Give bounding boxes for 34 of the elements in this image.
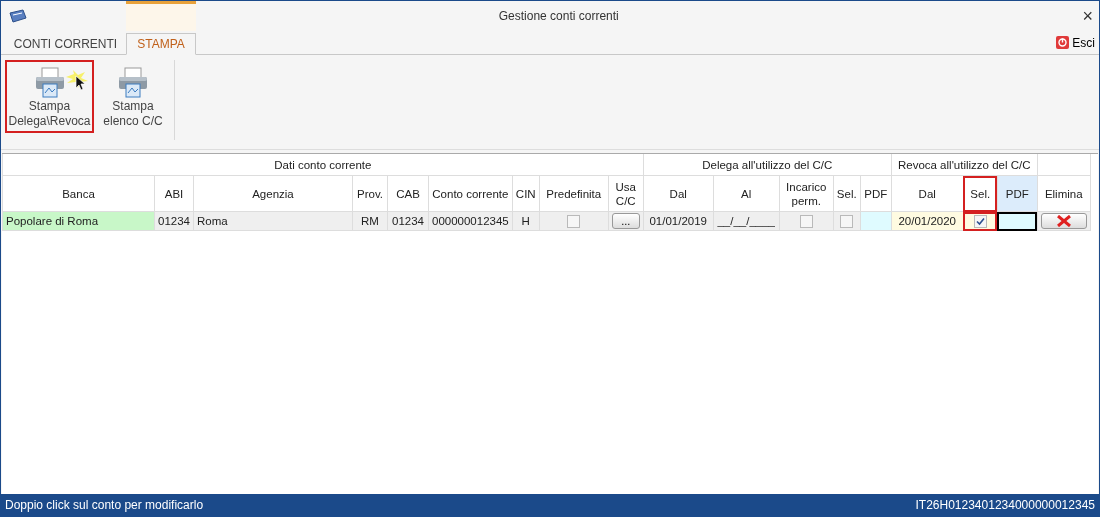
column-header[interactable]: Dal	[891, 175, 964, 212]
column-header[interactable]: Agenzia	[193, 175, 353, 212]
group-header: Revoca all'utilizzo del C/C	[891, 154, 1038, 176]
browse-button[interactable]: ...	[611, 213, 640, 229]
close-button[interactable]: ×	[1082, 7, 1093, 25]
checkbox[interactable]	[799, 214, 813, 228]
tab[interactable]: STAMPA	[126, 33, 196, 55]
status-hint: Doppio click sul conto per modificarlo	[5, 498, 204, 512]
power-icon	[1056, 36, 1070, 49]
print-button[interactable]: Stampa elenco C/C	[98, 60, 168, 133]
column-header[interactable]: Al	[713, 175, 780, 212]
exit-button[interactable]: Esci	[1056, 35, 1095, 50]
window-title: Gestione conti correnti	[497, 9, 620, 23]
group-header: Delega all'utilizzo del C/C	[643, 154, 892, 176]
iban-text: IT26H0123401234000000012345	[915, 498, 1095, 512]
tab[interactable]: CONTI CORRENTI	[5, 33, 126, 55]
app-icon	[9, 9, 27, 23]
checkbox[interactable]	[567, 214, 581, 228]
column-header[interactable]: Dal	[643, 175, 714, 212]
column-header[interactable]: Incarico perm.	[779, 175, 834, 212]
column-header[interactable]: Elimina	[1037, 175, 1091, 212]
checkbox[interactable]	[840, 214, 854, 228]
print-button[interactable]: Stampa Delega\Revoca	[5, 60, 94, 133]
cursor-icon	[65, 70, 89, 92]
checkbox[interactable]	[973, 214, 987, 228]
column-header[interactable]: CAB	[387, 175, 429, 212]
column-header[interactable]: Sel.	[963, 175, 998, 212]
printer-icon	[116, 65, 150, 99]
column-header[interactable]: Predefinita	[539, 175, 609, 212]
group-header: Dati conto corrente	[2, 154, 644, 176]
column-header[interactable]: PDF	[997, 175, 1038, 212]
column-header[interactable]: Banca	[2, 175, 155, 212]
close-icon	[1055, 215, 1072, 227]
column-header[interactable]: Conto corrente	[428, 175, 513, 212]
